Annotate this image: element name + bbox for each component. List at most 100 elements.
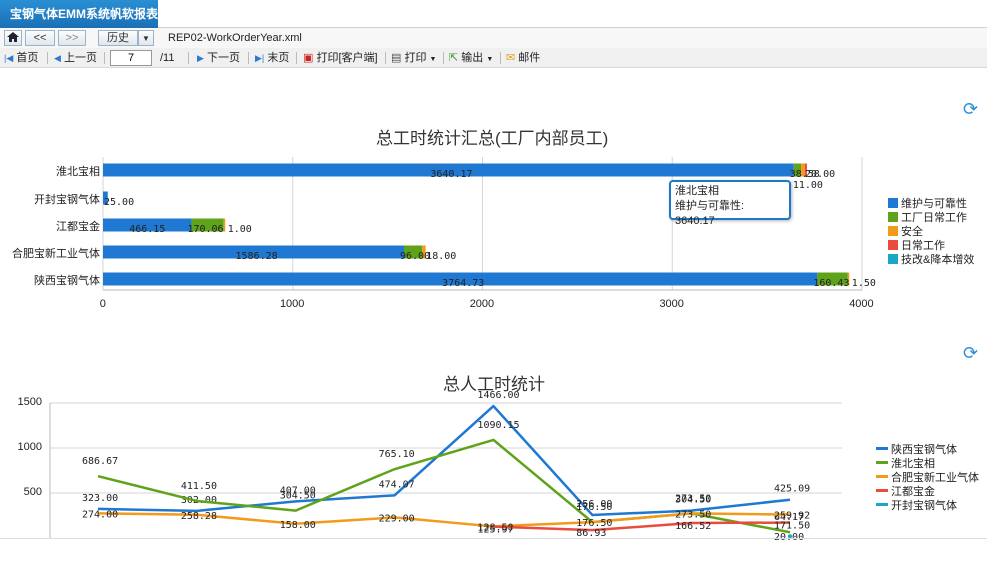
legend-swatch [888,240,898,250]
legend-item: 安全 [888,225,974,239]
data-label: 166.52 [675,521,711,532]
chart-tooltip: 淮北宝相 维护与可靠性: 3640.17 [669,180,791,227]
refresh-icon[interactable]: ⟳ [963,344,981,362]
history-dropdown-button[interactable]: ▼ [138,30,154,46]
divider [385,52,386,64]
print-client-button[interactable]: ▣ 打印[客户端] [303,51,378,65]
legend-item: 维护与可靠性 [888,197,974,211]
data-label: 64.17 [774,512,804,523]
bar-segment [103,163,794,177]
history-button[interactable]: 历史 [98,30,138,46]
series-line [493,521,791,532]
category-label: 开封宝钢气体 [34,194,100,206]
line-chart-title: 总人工时统计 [443,375,545,394]
legend-label: 安全 [901,226,923,238]
last-page-button[interactable]: ▶| 末页 [255,51,289,65]
data-label: 38.58 [790,169,820,180]
data-label: 259.92 [774,511,810,522]
data-label: 176.50 [576,518,612,529]
legend-label: 维护与可靠性 [901,198,967,210]
export-button[interactable]: ⇱ 输出 ▼ [449,51,493,67]
x-tick-label: 0 [99,298,106,310]
series-line [97,404,791,517]
divider [296,52,297,64]
last-page-label: 末页 [267,52,290,64]
bottom-divider [0,538,987,539]
legend-swatch [888,254,898,264]
page-number-input[interactable] [110,50,152,66]
back-button[interactable]: << [25,30,55,46]
bar-segment [191,218,224,232]
legend-label: 技改&降本增效 [901,254,975,266]
data-label: 411.50 [181,481,217,492]
next-page-icon: ▶ [197,53,204,63]
print-button[interactable]: ▤ 打印 ▼ [391,51,436,67]
bar-chart-title: 总工时统计汇总(工厂内部员工) [376,129,609,148]
nav-bar: << >> 历史 ▼ REP02-WorkOrderYear.xml [0,28,987,48]
first-page-button[interactable]: |◀ 首页 [4,51,38,65]
bar-segment [103,218,192,232]
printer-icon: ▤ [391,52,402,64]
legend-swatch [876,503,888,506]
bar-chart: 3640.17 38.5820.0011.00 25.00 466.15 170.06 1… [102,157,876,291]
data-label: 25.00 [104,197,134,208]
tooltip-body: 维护与可靠性: 3640.17 [675,200,745,227]
data-label: 765.10 [379,449,415,460]
tab-report[interactable]: 宝钢气体EMM系统帆软报表 [0,0,158,28]
page-total: /11 [160,52,175,64]
first-page-label: 首页 [16,52,39,64]
mail-button[interactable]: ✉ 邮件 [506,51,540,65]
prev-page-label: 上一页 [63,52,97,64]
pdf-icon: ▣ [303,52,314,64]
bar-segment [422,245,426,259]
data-label: 158.00 [280,520,316,531]
x-tick-label: 2000 [469,298,495,310]
next-page-label: 下一页 [206,52,240,64]
data-label: 96.00 [400,251,430,262]
legend-item: 日常工作 [888,239,974,253]
mail-icon: ✉ [506,52,516,64]
file-name: REP02-WorkOrderYear.xml [168,32,302,44]
category-label: 淮北宝相 [56,166,100,178]
data-label: 1.50 [852,278,876,289]
refresh-icon[interactable]: ⟳ [963,100,981,118]
data-label: 128.50 [477,522,513,533]
legend-swatch [888,198,898,208]
bar-segment [103,191,108,205]
bar-segment [847,272,850,286]
legend-swatch [888,212,898,222]
export-icon: ⇱ [449,52,459,64]
data-label: 302.00 [181,495,217,506]
home-icon [7,32,19,42]
prev-page-icon: ◀ [54,53,61,63]
legend-label: 陕西宝钢气体 [891,444,957,456]
data-label: 1586.28 [235,251,277,262]
legend-item: 开封宝钢气体 [876,499,979,513]
bar-segment [793,163,802,177]
y-tick-label: 500 [23,486,42,498]
data-label: 18.00 [426,251,456,262]
data-label: 160.43 [813,278,849,289]
forward-button[interactable]: >> [58,30,86,46]
divider [500,52,501,64]
data-label: 1.00 [228,224,252,235]
next-page-button[interactable]: ▶ 下一页 [197,51,240,65]
line-chart: 323.00 302.00407.00474.071466.00256.00 304… [49,390,842,543]
first-page-icon: |◀ [4,53,14,63]
data-label: 170.06 [187,224,223,235]
legend-swatch [876,461,888,464]
prev-page-button[interactable]: ◀ 上一页 [54,51,97,65]
legend-label: 日常工作 [901,240,945,252]
series-line [97,438,791,534]
data-label: 258.28 [181,511,217,522]
data-label: 171.50 [774,521,810,532]
tooltip-title: 淮北宝相 [675,185,719,197]
data-label: 11.00 [793,180,823,191]
bar-segment [223,218,226,232]
legend-item: 工厂日常工作 [888,211,974,225]
y-tick-label: 1500 [17,396,42,408]
bar-segment [403,245,423,259]
home-button[interactable] [4,30,22,46]
print-client-label: 打印[客户端] [316,52,378,64]
divider [188,52,189,64]
